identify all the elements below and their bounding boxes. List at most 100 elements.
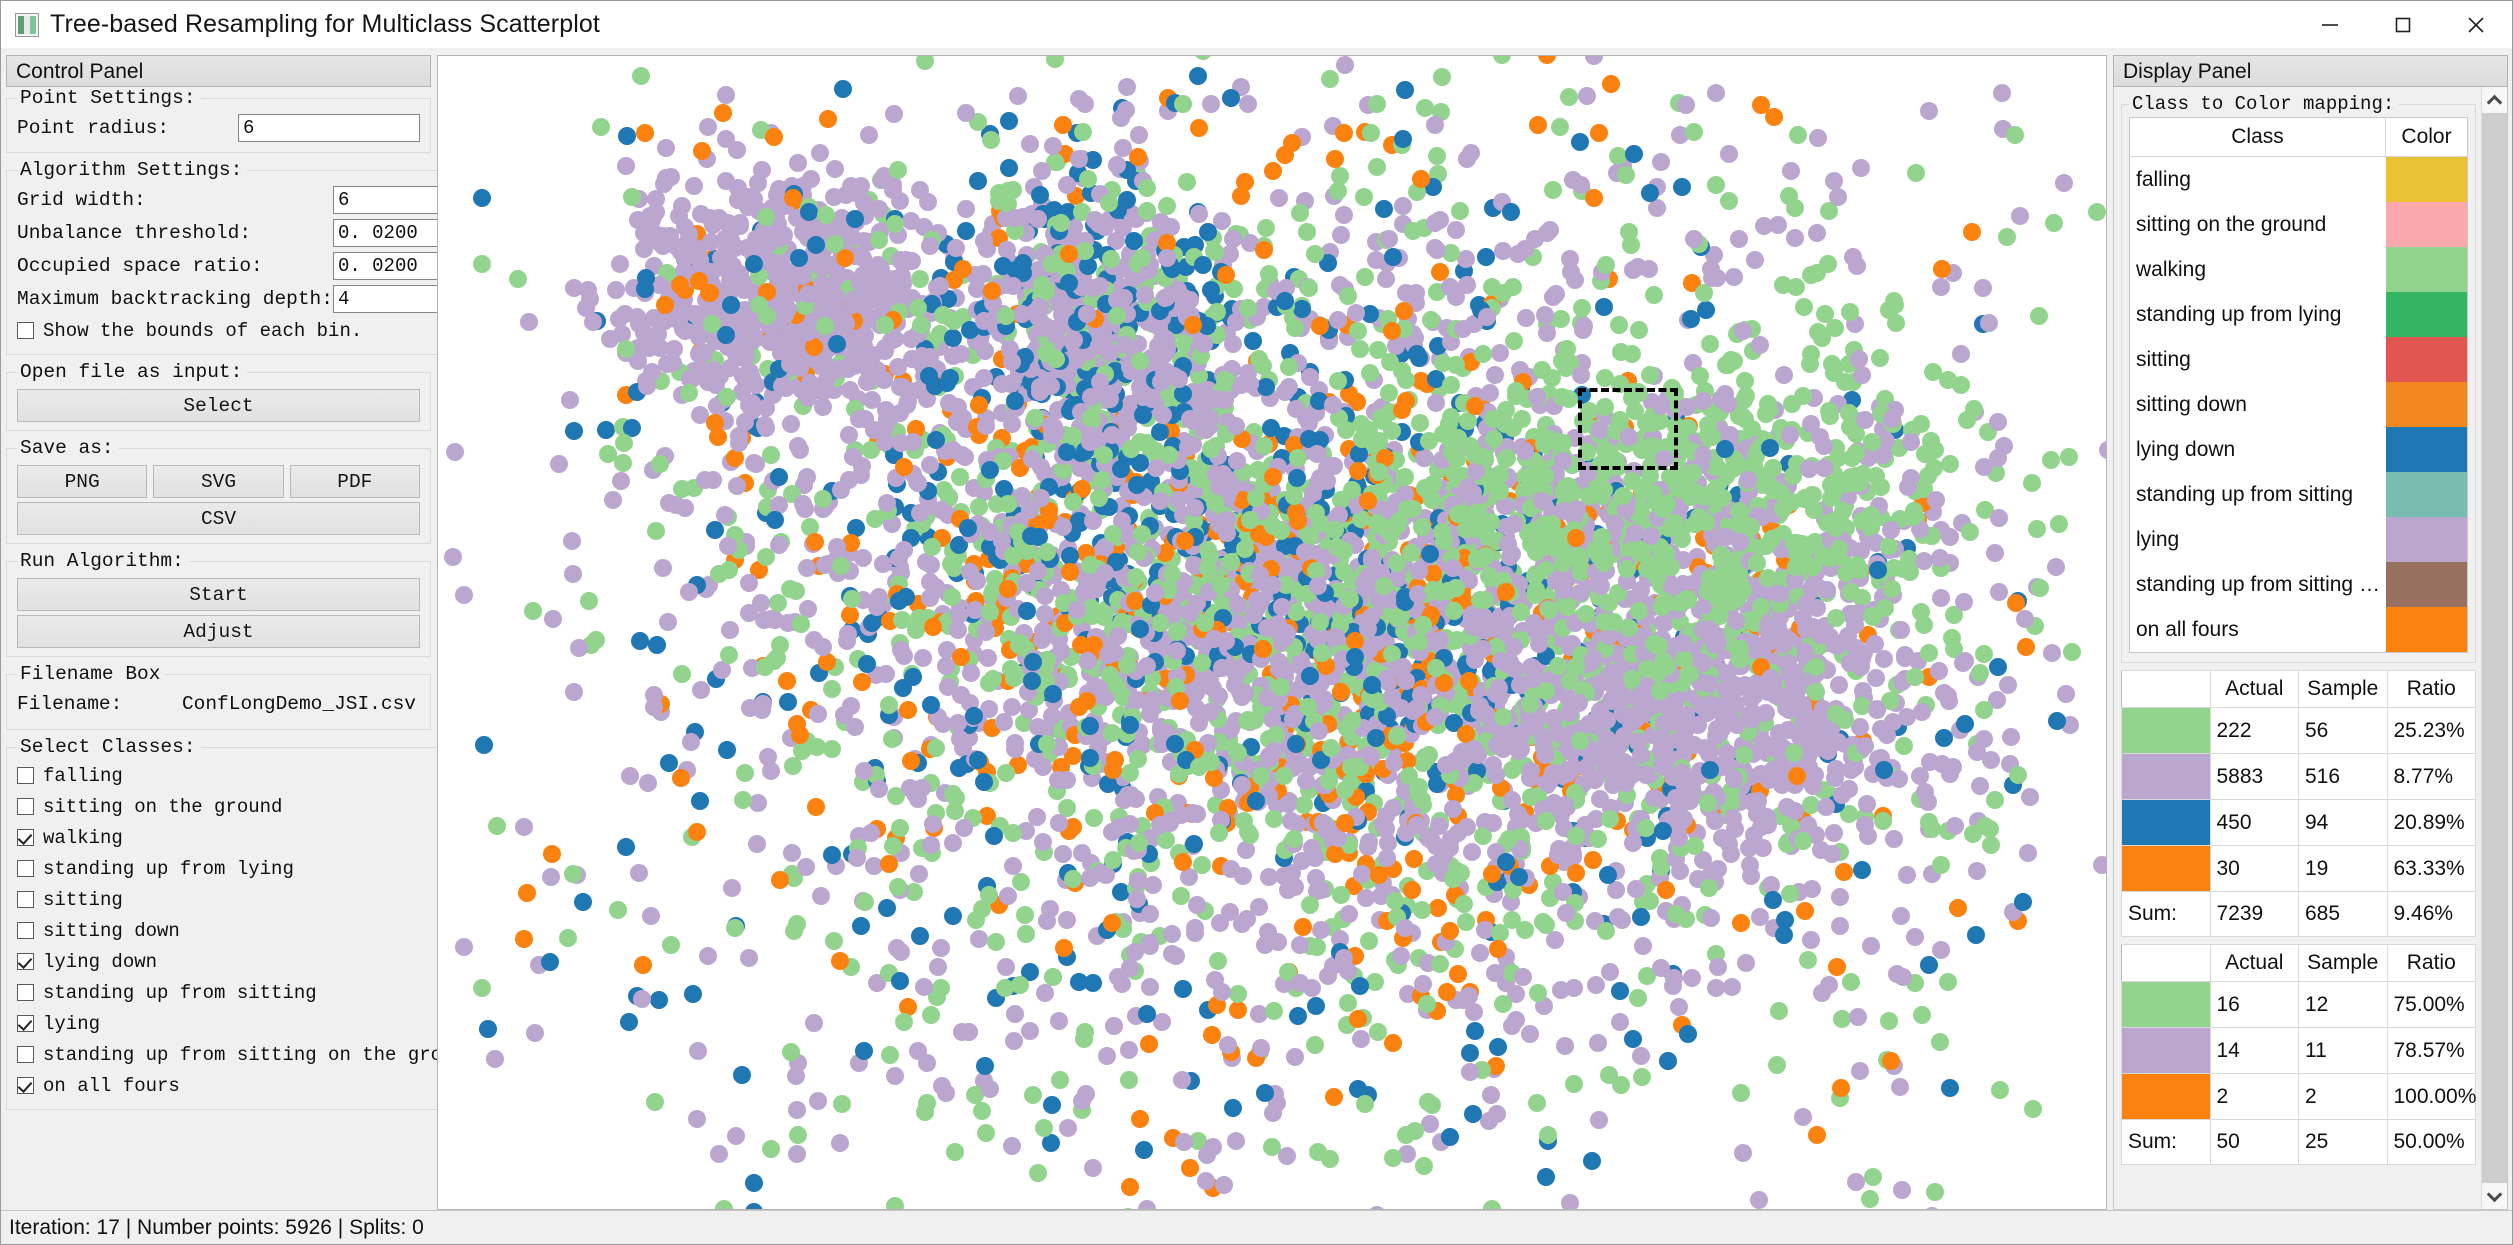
scatter-point <box>1054 518 1072 536</box>
scatter-point <box>444 548 462 566</box>
scatter-point <box>1400 767 1418 785</box>
save-csv-button[interactable]: CSV <box>17 502 420 535</box>
window-controls <box>2293 1 2512 48</box>
class-checkbox-row[interactable]: sitting on the ground <box>17 791 476 822</box>
scatter-point <box>1989 658 2007 676</box>
scatter-point <box>615 434 633 452</box>
class-checkbox[interactable] <box>17 829 34 846</box>
scatter-point <box>977 623 995 641</box>
scatter-point <box>1370 463 1388 481</box>
scatter-point <box>1122 440 1140 458</box>
save-format-row: PNG SVG PDF <box>17 461 420 498</box>
select-file-button[interactable]: Select <box>17 389 420 422</box>
scatter-point <box>597 421 615 439</box>
scatter-point <box>1975 645 1993 663</box>
window-title: Tree-based Resampling for Multiclass Sca… <box>50 10 600 39</box>
scatter-point <box>1487 766 1505 784</box>
class-checkbox-row[interactable]: falling <box>17 760 476 791</box>
scatter-point <box>726 449 744 467</box>
scatter-point <box>1269 615 1287 633</box>
scatter-point <box>1397 284 1415 302</box>
scatter-point <box>1415 449 1433 467</box>
class-checkbox[interactable] <box>17 1015 34 1032</box>
class-checkbox[interactable] <box>17 860 34 877</box>
scatter-point <box>1058 771 1076 789</box>
scatter-point <box>779 693 797 711</box>
scatter-point <box>920 367 938 385</box>
scatter-point <box>841 606 859 624</box>
scatter-point <box>1121 716 1139 734</box>
scatter-point <box>924 618 942 636</box>
scatterplot-canvas[interactable] <box>437 55 2107 1210</box>
scatter-point <box>1081 717 1099 735</box>
class-checkbox[interactable] <box>17 984 34 1001</box>
scatter-point <box>1919 793 1937 811</box>
scatter-point <box>1775 366 1793 384</box>
maximize-button[interactable] <box>2366 1 2439 48</box>
class-checkbox-label: falling <box>43 765 123 787</box>
scatter-point <box>728 477 746 495</box>
scatter-point <box>1410 349 1428 367</box>
save-png-button[interactable]: PNG <box>17 465 147 498</box>
scatter-point <box>1351 340 1369 358</box>
scatter-point <box>737 319 755 337</box>
class-checkbox-row[interactable]: standing up from lying <box>17 853 476 884</box>
scatter-point <box>673 197 691 215</box>
class-checkbox-label: standing up from sitting on the ground <box>43 1044 476 1066</box>
scatter-point <box>1289 1007 1307 1025</box>
class-checkbox[interactable] <box>17 891 34 908</box>
class-checkbox-row[interactable]: sitting <box>17 884 476 915</box>
minimize-button[interactable] <box>2293 1 2366 48</box>
scatter-point <box>2057 685 2075 703</box>
scatter-point <box>913 779 931 797</box>
class-checkbox[interactable] <box>17 1077 34 1094</box>
scatter-point <box>1463 843 1481 861</box>
scatter-point <box>1349 462 1367 480</box>
scatter-point <box>794 495 812 513</box>
class-checkbox-row[interactable]: walking <box>17 822 476 853</box>
scatter-point <box>565 683 583 701</box>
class-checkbox[interactable] <box>17 922 34 939</box>
class-checkbox-row[interactable]: sitting down <box>17 915 476 946</box>
scatter-point <box>638 377 656 395</box>
save-pdf-button[interactable]: PDF <box>290 465 420 498</box>
scatter-point <box>2009 766 2027 784</box>
scatter-point <box>1444 559 1462 577</box>
scatter-point <box>944 329 962 347</box>
scatter-point <box>587 631 605 649</box>
class-checkbox[interactable] <box>17 767 34 784</box>
scatter-point <box>855 762 873 780</box>
close-button[interactable] <box>2439 1 2512 48</box>
scatter-point <box>656 312 674 330</box>
class-checkbox-label: lying down <box>43 951 157 973</box>
scatter-point <box>1279 795 1297 813</box>
scatter-point <box>1427 394 1445 412</box>
class-checkbox-row[interactable]: on all fours <box>17 1070 476 1101</box>
filename-label: Filename: <box>17 693 122 715</box>
scatter-point <box>2031 579 2049 597</box>
scatter-point <box>1273 598 1291 616</box>
scatter-point <box>1129 750 1147 768</box>
scatter-point <box>1246 711 1264 729</box>
class-checkbox-row[interactable]: standing up from sitting <box>17 977 476 1008</box>
start-button[interactable]: Start <box>17 578 420 611</box>
scatter-point <box>563 532 581 550</box>
class-checkbox[interactable] <box>17 953 34 970</box>
class-checkbox-row[interactable]: standing up from sitting on the ground <box>17 1039 476 1070</box>
scatter-point <box>937 657 955 675</box>
class-checkbox-row[interactable]: lying down <box>17 946 476 977</box>
scatter-point <box>1190 470 1208 488</box>
save-svg-button[interactable]: SVG <box>153 465 283 498</box>
scatter-point <box>695 344 713 362</box>
show-bounds-checkbox[interactable] <box>17 322 34 339</box>
class-checkbox[interactable] <box>17 1046 34 1063</box>
point-settings-legend: Point Settings: <box>17 87 201 109</box>
class-checkbox[interactable] <box>17 798 34 815</box>
adjust-button[interactable]: Adjust <box>17 615 420 648</box>
point-radius-input[interactable]: 6 <box>238 114 420 142</box>
open-file-group: Open file as input: Select <box>6 361 431 431</box>
scatter-point <box>909 474 927 492</box>
scatter-point <box>1157 343 1175 361</box>
scatter-point <box>1152 373 1170 391</box>
class-checkbox-row[interactable]: lying <box>17 1008 476 1039</box>
